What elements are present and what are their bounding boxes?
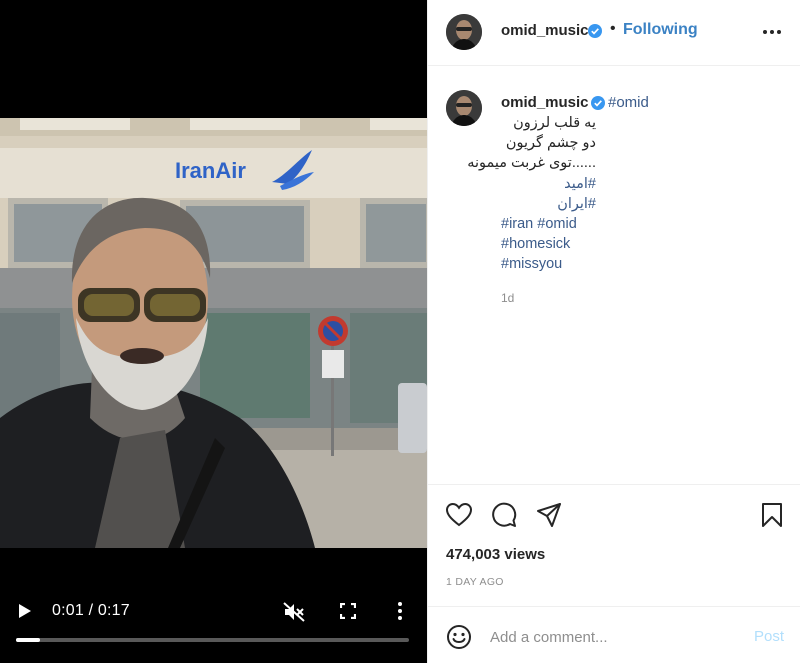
video-player[interactable]: IranAir 0:01 / 0:17 [0,0,427,663]
caption-username[interactable]: omid_music [501,94,589,111]
post-date[interactable]: 1 DAY AGO [446,576,504,588]
caption-hashtag-line[interactable]: #امید [501,174,596,194]
header-username[interactable]: omid_music [501,22,589,39]
video-menu-button[interactable] [392,600,408,622]
comment-input[interactable] [490,625,740,649]
post-button[interactable]: Post [754,628,784,645]
fullscreen-icon [340,603,356,619]
caption-avatar[interactable] [446,90,482,126]
caption-line: یه قلب لرزون [513,115,596,131]
caption-line: ......توی غربت میمونه [467,155,596,172]
fullscreen-button[interactable] [337,600,359,622]
caption-hashtag-line[interactable]: #homesick [501,234,781,254]
verified-badge-icon [591,96,605,110]
following-button[interactable]: Following [623,21,698,39]
caption-hashtag-line[interactable]: #ایران [501,194,596,214]
header-separator: • [610,20,616,37]
avatar-image [446,90,482,126]
vertical-dots-icon [398,602,402,620]
time-current: 0:01 [52,602,84,619]
mute-button[interactable] [282,600,306,624]
caption-hashtag[interactable]: #omid [608,94,649,111]
time-readout: 0:01 / 0:17 [52,602,130,619]
views-count[interactable]: 474,003 views [446,546,545,563]
caption-timestamp[interactable]: 1d [501,291,514,305]
video-frame[interactable]: IranAir [0,118,427,548]
video-progress-fill [16,638,40,642]
video-still-image: IranAir [0,118,427,548]
paper-plane-icon[interactable] [535,501,563,529]
horizontal-dots-icon[interactable] [762,26,782,38]
caption-hashtag-line[interactable]: #iran #omid [501,214,781,234]
time-total: 0:17 [97,602,130,619]
post-header: omid_music • Following [428,0,800,66]
avatar-image [446,14,482,50]
caption-line: دو چشم گریون [505,135,596,152]
sign-text: IranAir [175,158,246,183]
caption-text: یه قلب لرزون دو چشم گریون ......توی غربت… [467,113,781,275]
post-details-panel: omid_music • Following omid_music #omid … [427,0,800,663]
verified-badge-icon [588,24,602,38]
heart-icon[interactable] [445,501,473,529]
action-bar [428,484,800,540]
avatar[interactable] [446,14,482,50]
smiley-icon[interactable] [445,623,473,651]
video-progress-bar[interactable] [16,638,409,642]
caption-hashtag-line[interactable]: #missyou [501,254,781,274]
video-controls: 0:01 / 0:17 [0,590,427,645]
comment-bar: Post [428,606,800,663]
muted-speaker-icon [283,602,305,622]
comment-bubble-icon[interactable] [490,501,518,529]
play-button[interactable] [14,600,36,622]
play-icon [19,604,31,618]
bookmark-icon[interactable] [758,501,786,529]
